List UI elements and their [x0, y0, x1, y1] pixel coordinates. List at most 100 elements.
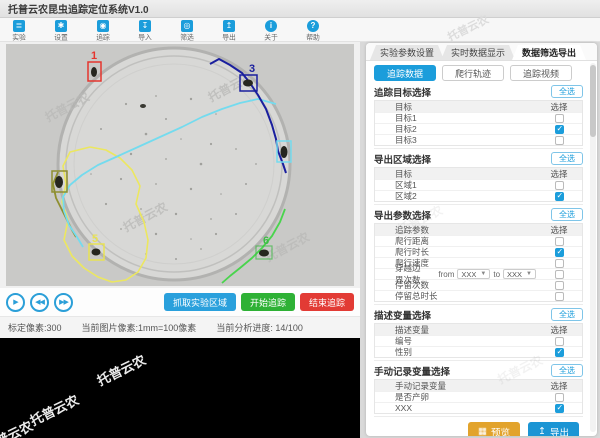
select-all-button[interactable]: 全选	[551, 85, 583, 98]
insect	[243, 80, 253, 87]
table-row: 是否产卵	[375, 391, 582, 402]
watermark: 托普云农	[26, 390, 81, 430]
insect	[91, 67, 97, 77]
settings-icon: ✱	[55, 20, 67, 32]
from-label: from	[438, 270, 454, 279]
row-label: 目标3	[375, 134, 536, 146]
export-icon: ↥	[223, 20, 235, 32]
checkbox[interactable]	[555, 348, 564, 357]
video-viewport[interactable]: 托普云农 托普云农 托普云农 托普云农 1	[0, 42, 360, 288]
toolbar-label: 帮助	[306, 33, 320, 42]
checkbox[interactable]	[555, 125, 564, 134]
table-header: 目标 选择	[375, 168, 582, 179]
checkbox[interactable]	[555, 136, 564, 145]
table-row: 停留次数	[375, 279, 582, 290]
select-all-button[interactable]: 全选	[551, 308, 583, 321]
toolbar-button-help[interactable]: ? 帮助	[300, 20, 326, 43]
table-row: 爬行时长	[375, 246, 582, 257]
rewind-button[interactable]: ◀◀	[30, 293, 49, 312]
table-row: XXX	[375, 402, 582, 413]
play-button[interactable]: ▶	[6, 293, 25, 312]
toolbar-label: 导出	[222, 33, 236, 42]
selection-table: 目标 选择 区域1 区域2	[374, 167, 583, 202]
capture-region-button[interactable]: 抓取实验区域	[164, 293, 236, 311]
insect	[140, 104, 146, 108]
section-descriptive-vars: 描述变量选择 全选 描述变量 选择 编号	[374, 307, 583, 361]
playback-controls: ▶ ◀◀ ▶▶ 抓取实验区域 开始追踪 结束追踪	[0, 288, 360, 316]
panel-scrollbar[interactable]	[590, 63, 596, 432]
toolbar-button-about[interactable]: i 关于	[258, 20, 284, 43]
toolbar-button-settings[interactable]: ✱ 设置	[48, 20, 74, 43]
forward-button[interactable]: ▶▶	[54, 293, 73, 312]
section-title: 手动记录变量选择	[374, 364, 450, 378]
insect	[92, 249, 101, 256]
table-row: 区域2	[375, 190, 582, 201]
scrollbar-thumb[interactable]	[590, 65, 596, 137]
table-row: 目标3	[375, 134, 582, 145]
export-button[interactable]: ↥ 导出	[528, 422, 579, 436]
toolbar-button-import[interactable]: ↧ 导入	[132, 20, 158, 43]
to-value: XXX	[507, 270, 522, 279]
toolbar-button-export[interactable]: ↥ 导出	[216, 20, 242, 43]
chevron-down-icon: ▼	[526, 271, 532, 277]
table-row: 穿越边界次数 from XXX ▼ to	[375, 268, 582, 279]
main-area: 托普云农 托普云农 托普云农 托普云农 1	[0, 42, 600, 438]
to-label: to	[493, 270, 500, 279]
tab-data-export[interactable]: 数据筛选导出	[512, 45, 586, 60]
panel-tabs: 实验参数设置 实时数据显示 数据筛选导出	[366, 43, 597, 61]
table-header: 目标 选择	[375, 101, 582, 112]
tracking-icon: ◉	[97, 20, 109, 32]
select-all-button[interactable]: 全选	[551, 208, 583, 221]
selection-table: 目标 选择 目标1 目标2	[374, 100, 583, 146]
toolbar-label: 导入	[138, 33, 152, 42]
checkbox[interactable]	[555, 259, 564, 268]
petri-dish-view: 托普云农 托普云农 托普云农 托普云农 1	[6, 44, 354, 286]
checkbox[interactable]	[555, 281, 564, 290]
from-value: XXX	[461, 270, 476, 279]
subtab-tracking-data[interactable]: 追踪数据	[374, 65, 436, 81]
section-title: 描述变量选择	[374, 308, 431, 322]
about-icon: i	[265, 20, 277, 32]
from-dropdown[interactable]: XXX ▼	[457, 269, 490, 279]
checkbox[interactable]	[555, 292, 564, 301]
tab-realtime-data[interactable]: 实时数据显示	[441, 45, 515, 60]
row-label: 区域2	[375, 190, 536, 202]
column-header: 描述变量	[375, 324, 536, 336]
tab-experiment-params[interactable]: 实验参数设置	[370, 45, 444, 60]
watermark: 托普云农	[93, 350, 148, 390]
checkbox[interactable]	[555, 248, 564, 257]
preview-button[interactable]: ▦ 预览	[468, 422, 520, 436]
checkbox[interactable]	[555, 393, 564, 402]
subtab-tracking-video[interactable]: 追踪视频	[510, 65, 572, 81]
toolbar-button-experiment[interactable]: ≣ 实验	[6, 20, 32, 43]
select-all-button[interactable]: 全选	[551, 364, 583, 377]
checkbox[interactable]	[555, 114, 564, 123]
calibration-pixels: 标定像素:300	[8, 321, 62, 334]
column-header: 目标	[375, 101, 536, 113]
column-header: 选择	[536, 101, 582, 113]
checkbox[interactable]	[555, 181, 564, 190]
toolbar-button-tracking[interactable]: ◉ 追踪	[90, 20, 116, 43]
toolbar: ≣ 实验 ✱ 设置 ◉ 追踪 ↧ 导入 ◎ 筛选 ↥ 导出 i 关于 ? 帮助	[0, 18, 600, 42]
toolbar-label: 筛选	[180, 33, 194, 42]
subtab-crawl-trajectory[interactable]: 爬行轨迹	[442, 65, 504, 81]
table-header: 手动记录变量 选择	[375, 380, 582, 391]
panel-content: 托普云农 托普云农 追踪数据 爬行轨迹 追踪视频 追踪目标选择 全选	[366, 61, 597, 436]
table-row: 性别	[375, 346, 582, 357]
target-label: 3	[249, 63, 255, 75]
checkbox[interactable]	[555, 237, 564, 246]
to-dropdown[interactable]: XXX ▼	[503, 269, 536, 279]
status-bar: 标定像素:300 当前图片像素:1mm=100像素 当前分析进度: 14/100	[0, 316, 360, 338]
section-export-region: 导出区域选择 全选 目标 选择 区域1	[374, 151, 583, 205]
stop-tracking-button[interactable]: 结束追踪	[300, 293, 354, 311]
toolbar-label: 追踪	[96, 33, 110, 42]
checkbox[interactable]	[555, 337, 564, 346]
checkbox[interactable]	[555, 192, 564, 201]
toolbar-button-filter[interactable]: ◎ 筛选	[174, 20, 200, 43]
checkbox[interactable]	[555, 270, 564, 279]
row-label: 停留总时长	[375, 290, 536, 302]
start-tracking-button[interactable]: 开始追踪	[241, 293, 295, 311]
select-all-button[interactable]: 全选	[551, 152, 583, 165]
checkbox[interactable]	[555, 404, 564, 413]
section-title: 导出区域选择	[374, 152, 431, 166]
